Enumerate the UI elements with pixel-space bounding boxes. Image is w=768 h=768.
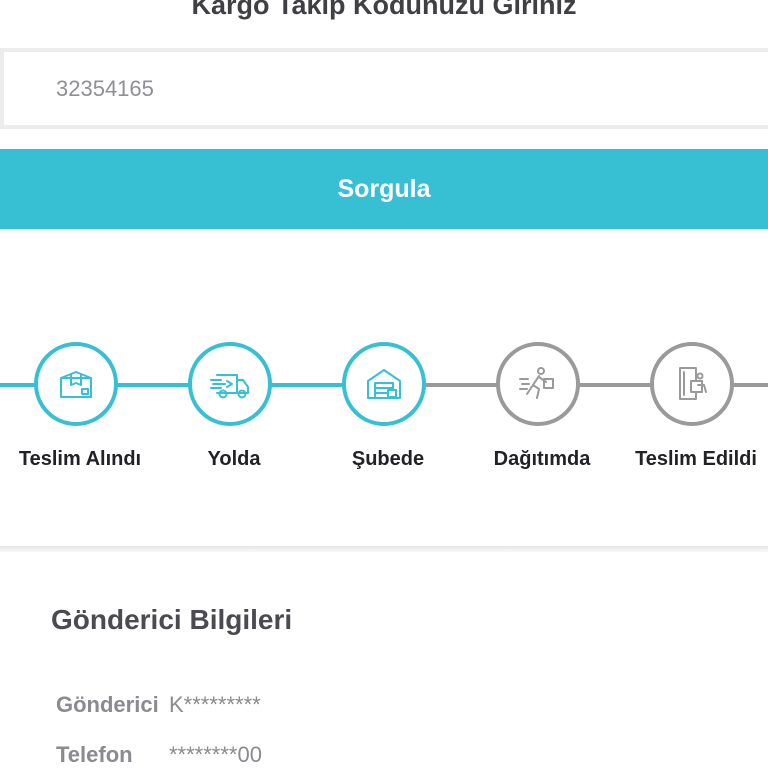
tracking-page: Kargo Takip Kodunuzu Giriniz Sorgula Tes… [0, 0, 768, 768]
timeline-label-at-branch: Şubede [351, 448, 425, 470]
phone-label: Telefon [56, 742, 133, 767]
timeline-label-out-for-delivery: Dağıtımda [493, 448, 591, 470]
timeline-step-at-branch [342, 342, 426, 426]
delivery-truck-icon [210, 374, 249, 399]
timeline-label-delivered: Teslim Edildi [635, 448, 757, 470]
tracking-code-input[interactable] [4, 52, 768, 125]
sender-label: Gönderici [56, 692, 159, 717]
timeline-label-on-the-way: Yolda [207, 448, 261, 470]
delivered-door-icon [679, 367, 707, 400]
sender-info-title: Gönderici Bilgileri [51, 604, 293, 635]
query-button[interactable]: Sorgula [0, 149, 768, 229]
timeline-step-received [34, 342, 118, 426]
timeline-step-out-for-delivery [496, 342, 580, 426]
warehouse-icon [367, 369, 401, 399]
timeline-label-received: Teslim Alındı [18, 448, 142, 470]
tracking-code-field[interactable] [0, 48, 768, 129]
phone-row: Telefon ********00 [56, 742, 262, 768]
courier-running-icon [519, 367, 554, 399]
package-icon [60, 371, 92, 398]
timeline-step-on-the-way [188, 342, 272, 426]
sender-value: K********* [169, 692, 261, 717]
sender-row: Gönderici K********* [56, 692, 261, 718]
timeline-step-delivered [650, 342, 734, 426]
section-divider [0, 546, 768, 552]
phone-value: ********00 [169, 742, 262, 767]
page-title: Kargo Takip Kodunuzu Giriniz [191, 0, 577, 20]
